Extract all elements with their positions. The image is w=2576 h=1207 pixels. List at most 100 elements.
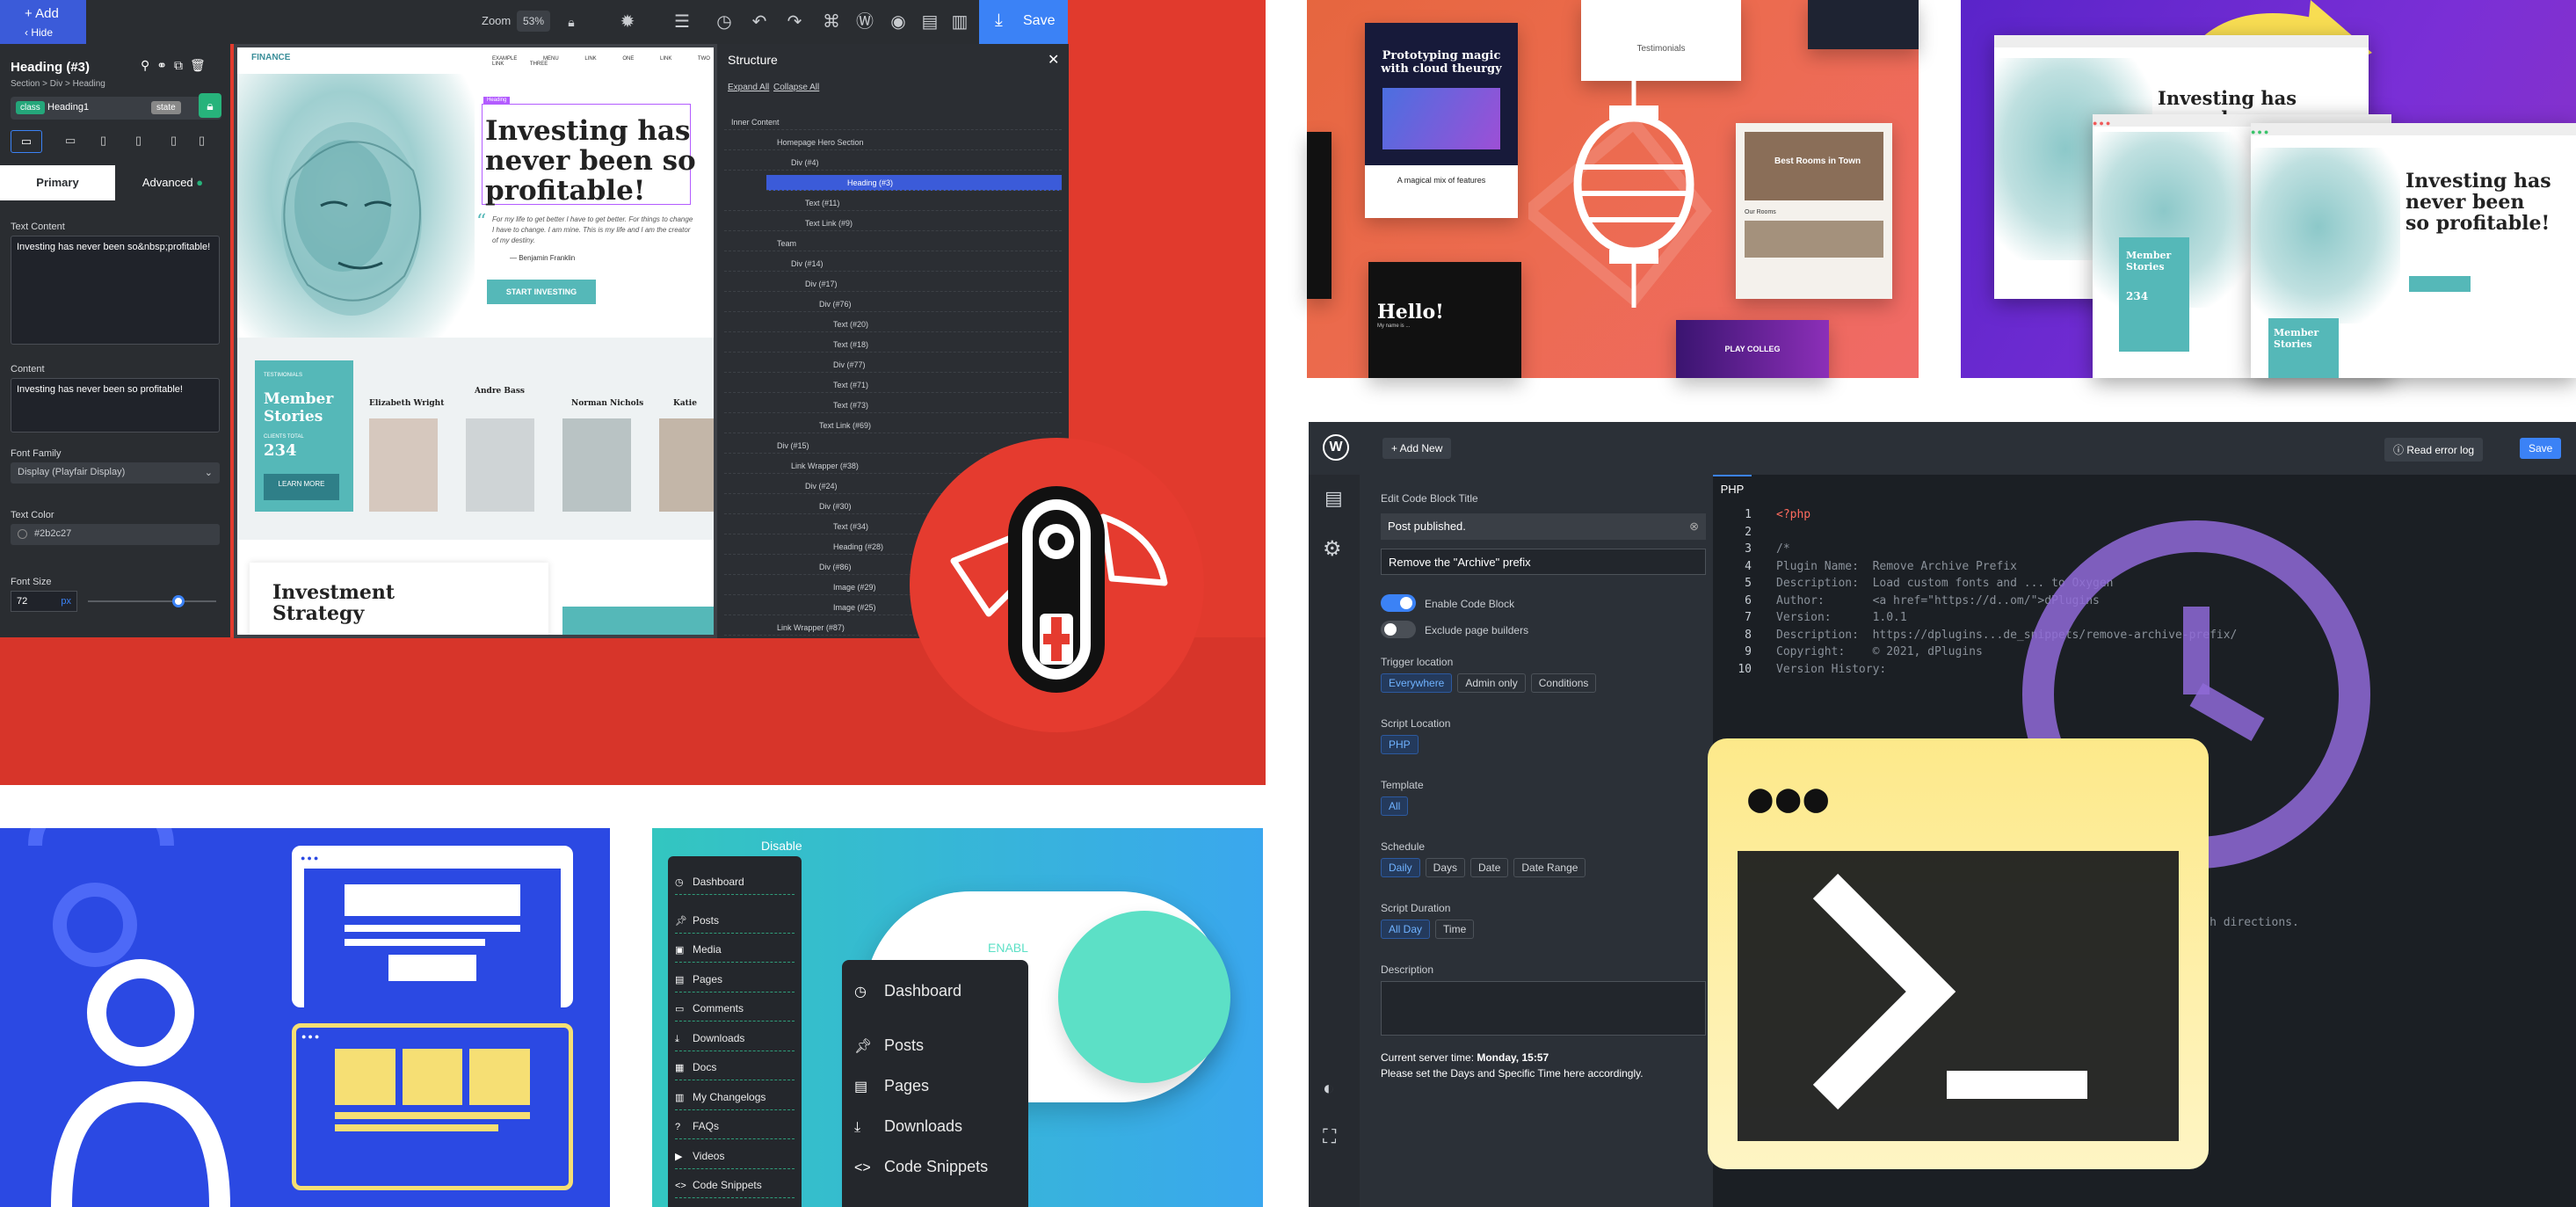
option-everywhere[interactable]: Everywhere: [1381, 673, 1453, 693]
save-button[interactable]: ⤓ Save: [979, 0, 1068, 44]
learn-more-button[interactable]: LEARN MORE: [264, 474, 339, 500]
color-swatch[interactable]: [18, 528, 27, 539]
tree-row[interactable]: Div (#77): [724, 357, 1062, 373]
add-new-button[interactable]: + Add New: [1382, 438, 1452, 459]
read-error-log-button[interactable]: ⓘ Read error log: [2384, 438, 2484, 462]
undo-icon[interactable]: ↶: [747, 10, 772, 34]
redo-icon[interactable]: ↷: [782, 10, 807, 34]
tree-row[interactable]: Div (#14): [724, 256, 1062, 272]
option-time[interactable]: Time: [1435, 920, 1475, 939]
tab-php[interactable]: PHP: [1713, 475, 1752, 503]
slider-handle[interactable]: [172, 595, 185, 607]
popup-menu-item[interactable]: ◷ Dashboard: [854, 978, 961, 1004]
preview-icon[interactable]: ◉: [886, 10, 911, 34]
collapse-all-link[interactable]: Collapse All: [773, 83, 819, 92]
popup-menu-item[interactable]: ⤓ Downloads: [854, 1113, 962, 1139]
start-investing-button[interactable]: START INVESTING: [487, 280, 596, 304]
menu-item[interactable]: ▭ Comments: [675, 995, 795, 1022]
menu-item[interactable]: ▥ My Changelogs: [675, 1084, 795, 1110]
font-size-input[interactable]: 72 px: [11, 591, 77, 612]
laptop-icon[interactable]: ▭: [65, 134, 76, 148]
tree-row[interactable]: Team: [724, 236, 1062, 251]
close-icon[interactable]: ✕: [1048, 51, 1059, 69]
title-input[interactable]: Remove the "Archive" prefix: [1381, 549, 1706, 575]
hide-button[interactable]: ‹ Hide: [25, 26, 86, 39]
tree-row[interactable]: Div (#76): [724, 296, 1062, 312]
tab-primary[interactable]: Primary: [0, 165, 115, 200]
wordpress-icon[interactable]: W: [1323, 434, 1349, 461]
expand-all-link[interactable]: Expand All: [728, 83, 769, 92]
tree-row[interactable]: Text Link (#9): [724, 215, 1062, 231]
document-icon[interactable]: ▤: [1324, 487, 1343, 510]
code-editor[interactable]: PHP 1 <?php 2 3 /* 4 Plugin Name: Remove Archi…: [1708, 475, 2576, 1207]
text-color-field[interactable]: #2b2c27: [11, 524, 220, 545]
option-date[interactable]: Date: [1470, 858, 1509, 877]
phone-small-icon[interactable]: ▯: [199, 134, 205, 148]
site-nav[interactable]: EXAMPLE MENU LINK ONE LINK TWO LINK THRE…: [492, 56, 714, 67]
menu-item[interactable]: 📌︎ Posts: [675, 907, 795, 934]
tree-row[interactable]: Inner Content: [724, 114, 1062, 130]
option-admin-only[interactable]: Admin only: [1457, 673, 1526, 693]
wordpress-icon[interactable]: Ⓦ: [853, 10, 877, 34]
option-all[interactable]: All: [1381, 796, 1409, 816]
lock-class-button[interactable]: 🔒︎: [199, 93, 221, 118]
text-content-field[interactable]: Investing has never been so&nbsp;profita…: [11, 236, 220, 345]
font-size-slider[interactable]: [88, 600, 216, 602]
history-icon[interactable]: ◷: [712, 10, 737, 34]
theme-toggle-icon[interactable]: ◐: [1323, 1077, 1334, 1100]
tree-row[interactable]: Text (#18): [724, 337, 1062, 353]
font-family-select[interactable]: Display (Playfair Display) ⌄: [11, 462, 220, 484]
tree-row[interactable]: Div (#4): [724, 155, 1062, 171]
menu-item[interactable]: ▶ Videos: [675, 1143, 795, 1169]
gear-icon[interactable]: ⚙: [1323, 536, 1342, 562]
tree-row[interactable]: Div (#17): [724, 276, 1062, 292]
book-icon[interactable]: ▥: [947, 10, 972, 34]
menu-item[interactable]: ▣ Media: [675, 936, 795, 963]
zoom-value[interactable]: 53%: [517, 11, 550, 32]
option-php[interactable]: PHP: [1381, 735, 1419, 754]
tree-row[interactable]: Text (#73): [724, 397, 1062, 413]
tablet-icon[interactable]: ▯: [100, 134, 106, 148]
popup-menu-item[interactable]: 📌︎ Posts: [854, 1032, 924, 1058]
enable-toggle[interactable]: [1381, 594, 1416, 612]
phone-icon[interactable]: ▯: [171, 134, 177, 148]
lock-icon[interactable]: 🔒︎: [559, 10, 584, 34]
tree-row-selected[interactable]: Heading (#3): [766, 175, 1062, 191]
structure-icon[interactable]: ☰: [670, 10, 694, 34]
option-daily[interactable]: Daily: [1381, 858, 1420, 877]
exclude-toggle[interactable]: [1381, 621, 1416, 638]
menu-item[interactable]: ⤓ Downloads: [675, 1025, 795, 1051]
save-button[interactable]: Save: [2520, 438, 2562, 459]
tab-advanced[interactable]: Advanced ●: [115, 165, 230, 200]
description-field[interactable]: [1381, 981, 1706, 1036]
menu-item[interactable]: ◷ Dashboard: [675, 869, 795, 895]
tablet-portrait-icon[interactable]: ▯: [135, 134, 141, 148]
menu-item[interactable]: ? FAQs: [675, 1113, 795, 1139]
code-icon[interactable]: ⌘: [819, 10, 844, 34]
option-conditions[interactable]: Conditions: [1530, 673, 1597, 693]
option-date-range[interactable]: Date Range: [1513, 858, 1586, 877]
menu-item[interactable]: ▦ Docs: [675, 1054, 795, 1080]
bug-icon[interactable]: ✹: [615, 10, 640, 34]
option-all-day[interactable]: All Day: [1381, 920, 1431, 939]
content-field[interactable]: Investing has never been so profitable!: [11, 378, 220, 433]
close-icon[interactable]: ⊗: [1689, 520, 1699, 534]
popup-menu-item[interactable]: ▤ Pages: [854, 1072, 929, 1099]
tree-row[interactable]: Text (#20): [724, 316, 1062, 332]
tree-row[interactable]: Text (#71): [724, 377, 1062, 393]
panel-action-icons[interactable]: ⚲⚭⧉🗑︎: [141, 58, 213, 73]
tree-row[interactable]: Homepage Hero Section: [724, 135, 1062, 150]
hero-title[interactable]: Investing has never been so profitable!: [485, 116, 696, 206]
page-icon[interactable]: ▤: [918, 10, 942, 34]
desktop-icon[interactable]: ▭: [11, 130, 42, 153]
tree-row[interactable]: Text (#11): [724, 195, 1062, 211]
option-days[interactable]: Days: [1425, 858, 1466, 877]
menu-item[interactable]: <> Code Snippets: [675, 1172, 795, 1198]
state-button[interactable]: state: [151, 101, 181, 114]
tree-row[interactable]: Text Link (#69): [724, 418, 1062, 433]
screenshot-icon[interactable]: ⛶: [1323, 1125, 1336, 1148]
menu-item[interactable]: ▤ Pages: [675, 966, 795, 993]
add-button[interactable]: + Add ‹ Hide: [0, 0, 86, 44]
class-selector[interactable]: class Heading1 state: [11, 97, 221, 120]
popup-menu-item[interactable]: <> Code Snippets: [854, 1153, 988, 1180]
